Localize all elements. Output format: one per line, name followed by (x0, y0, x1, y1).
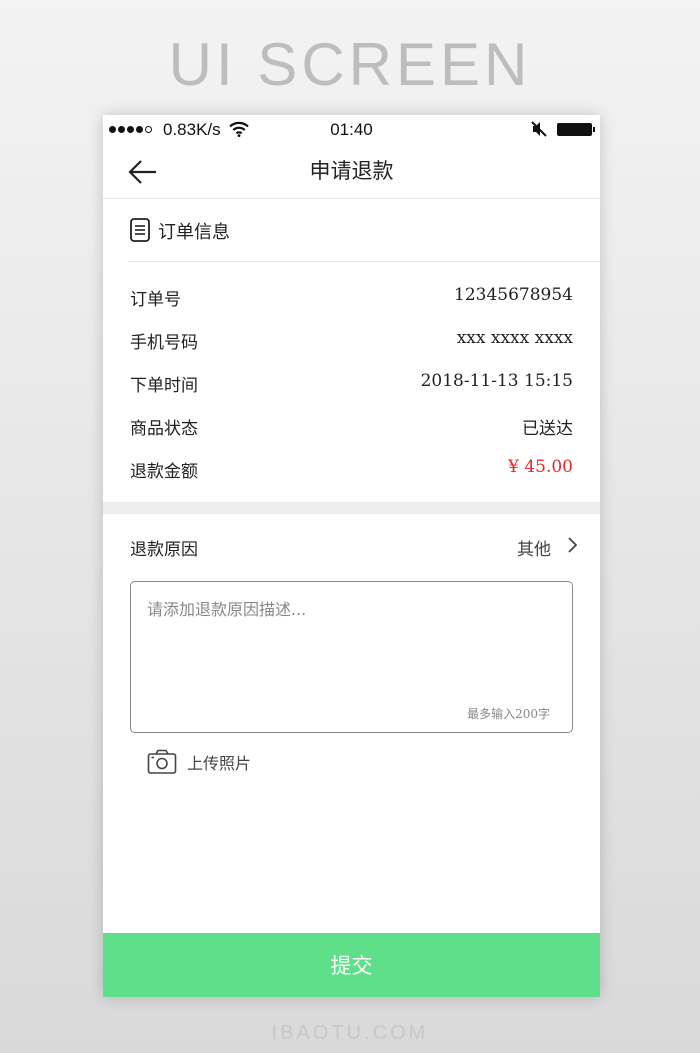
product-status-value: 已送达 (522, 419, 573, 439)
phone-screen: 0.83K/s 01:40 申请退款 订单信息 订单号 12345678954 … (103, 115, 600, 997)
submit-button[interactable]: 提交 (103, 933, 600, 997)
refund-amount-label: 退款金额 (130, 462, 198, 482)
camera-icon (147, 749, 177, 774)
char-limit-hint: 最多输入200字 (467, 707, 550, 721)
upload-photo-button[interactable]: 上传照片 (147, 746, 251, 778)
section-divider (103, 502, 600, 514)
refund-reason-label: 退款原因 (130, 540, 198, 560)
site-watermark: IBAOTU.COM (271, 1022, 429, 1044)
phone-number-value: xxx xxxx xxxx (456, 328, 573, 348)
product-status-row: 商品状态 已送达 (130, 414, 573, 444)
refund-reason-value: 其他 (517, 540, 551, 560)
promo-headline: UI SCREEN (168, 31, 532, 98)
order-info-header: 订单信息 (128, 200, 600, 262)
order-time-row: 下单时间 2018-11-13 15:15 (130, 371, 573, 401)
refund-description-input[interactable] (131, 582, 572, 702)
order-info-title: 订单信息 (158, 222, 230, 243)
status-time: 01:40 (330, 120, 373, 139)
chevron-right-icon (568, 537, 577, 553)
order-number-label: 订单号 (130, 290, 181, 310)
order-time-value: 2018-11-13 15:15 (420, 371, 573, 391)
phone-number-label: 手机号码 (130, 333, 198, 353)
refund-reason-selector[interactable]: 退款原因 其他 (130, 531, 577, 561)
nav-bar: 申请退款 (103, 145, 600, 199)
phone-number-row: 手机号码 xxx xxxx xxxx (130, 328, 573, 358)
product-status-label: 商品状态 (130, 419, 198, 439)
status-bar: 0.83K/s 01:40 (103, 115, 600, 145)
document-icon (130, 218, 150, 242)
refund-amount-value: ¥ 45.00 (508, 457, 573, 477)
mute-icon (531, 121, 547, 137)
refund-description-box: 最多输入200字 (130, 581, 573, 733)
order-time-label: 下单时间 (130, 376, 198, 396)
order-number-value: 12345678954 (454, 285, 573, 305)
battery-icon (557, 123, 595, 136)
order-number-row: 订单号 12345678954 (130, 285, 573, 315)
refund-amount-row: 退款金额 ¥ 45.00 (130, 457, 573, 487)
upload-photo-label: 上传照片 (187, 754, 252, 773)
page-title: 申请退款 (309, 159, 394, 183)
